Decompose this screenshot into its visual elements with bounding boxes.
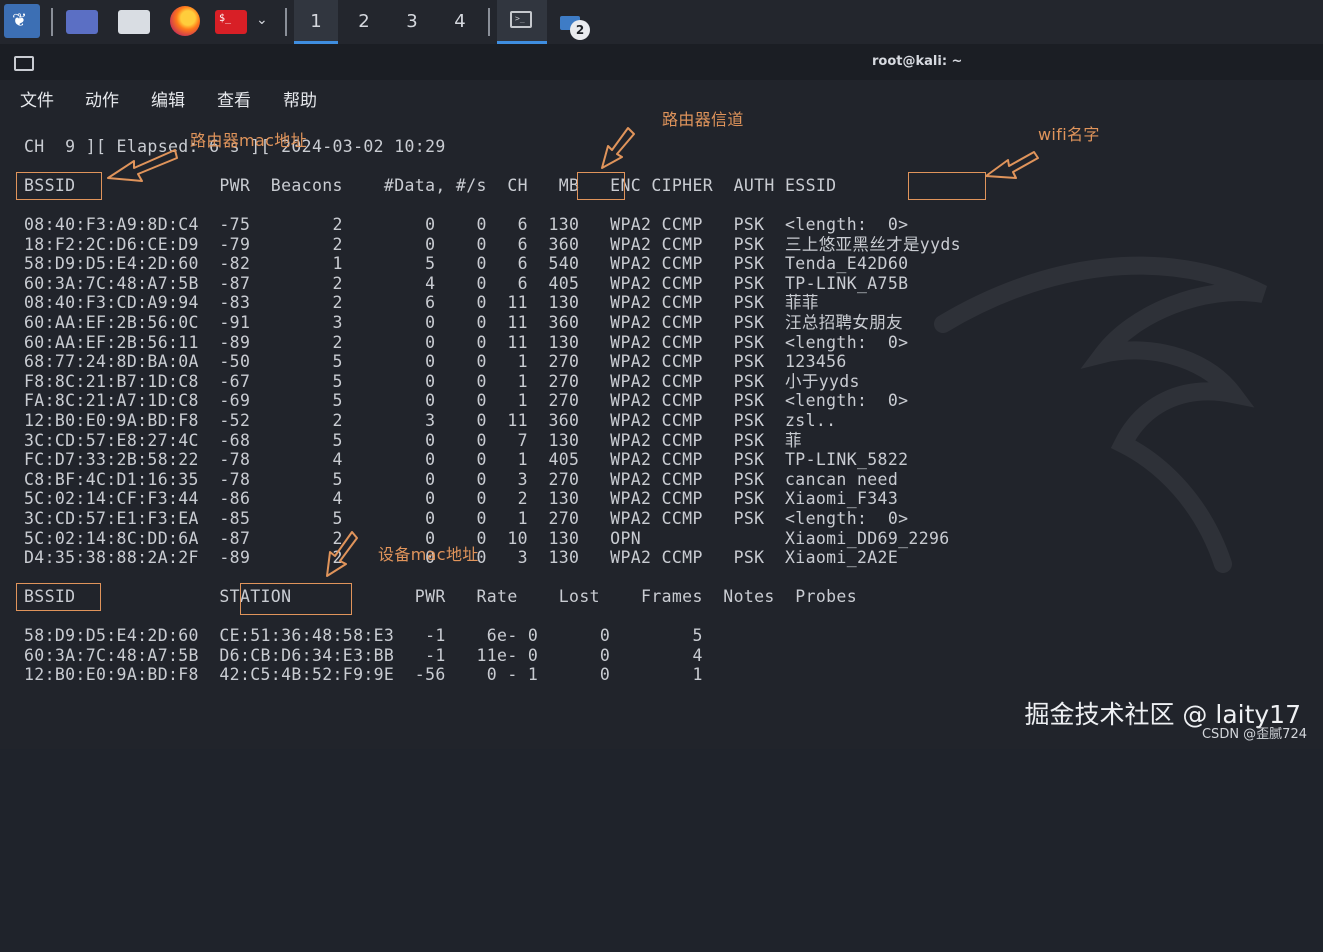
menu-edit[interactable]: 编辑 [151,86,185,111]
terminal-window: root@kali: ~ 文件 动作 编辑 查看 帮助 CH 9 ][ Elap… [0,44,1323,749]
annotation-device-mac: 设备mac地址 [378,545,479,564]
workspace-3-button[interactable]: 3 [390,0,434,44]
arrow-router-channel [601,127,635,169]
kali-menu-button[interactable]: ❦ [4,4,40,38]
kali-dragon-icon: ❦ [12,10,28,31]
arrow-router-mac [107,149,178,182]
firefox-icon[interactable] [170,6,200,36]
taskbar: ❦ $_ ⌄ 1 2 3 4 >_ 2 [0,0,1323,45]
arrow-wifi-name [985,151,1039,179]
taskbar-separator [51,8,53,36]
watermark-small: CSDN @歪腻724 [1201,727,1307,742]
menu-help[interactable]: 帮助 [283,86,317,111]
window-count-badge: 2 [570,20,590,40]
file-manager-icon[interactable] [118,10,150,34]
annotation-router-channel: 路由器信道 [662,110,744,129]
menu-file[interactable]: 文件 [20,86,54,111]
terminal-output[interactable]: CH 9 ][ Elapsed: 6 s ][ 2024-03-02 10:29… [0,110,1323,749]
chevron-down-icon[interactable]: ⌄ [256,12,268,28]
taskbar-window-group[interactable]: 2 [560,12,594,40]
taskbar-separator [488,8,490,36]
menu-view[interactable]: 查看 [217,86,251,111]
annotation-wifi-name: wifi名字 [1038,125,1100,144]
workspace-1-button[interactable]: 1 [294,0,338,44]
window-title: root@kali: ~ [872,54,963,69]
terminal-launcher-icon[interactable]: $_ [215,10,247,34]
desktop-icon[interactable] [66,10,98,34]
terminal-icon [14,56,34,71]
terminal-icon: >_ [510,11,532,28]
workspace-2-button[interactable]: 2 [342,0,386,44]
title-bar: root@kali: ~ [0,44,1323,80]
workspace-4-button[interactable]: 4 [438,0,482,44]
menu-action[interactable]: 动作 [85,86,119,111]
annotation-arrows [107,127,1039,577]
taskbar-terminal-window[interactable]: >_ [497,0,547,44]
annotation-router-mac: 路由器mac地址 [190,131,307,150]
taskbar-separator [285,8,287,36]
arrow-device-mac [326,531,358,577]
